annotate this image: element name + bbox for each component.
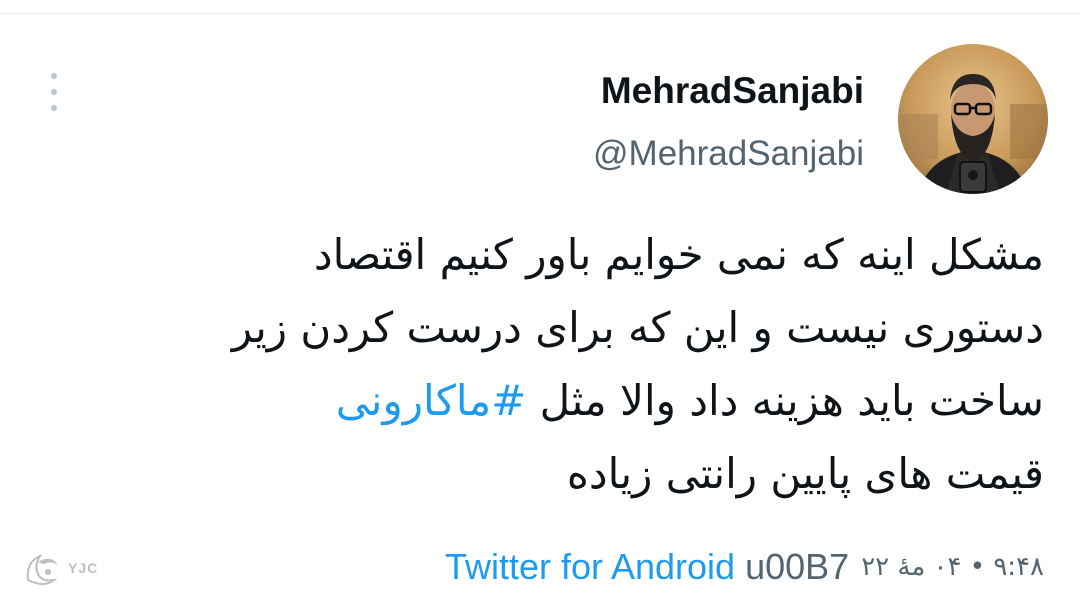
- more-dot: [51, 89, 57, 95]
- more-options-icon[interactable]: [40, 70, 68, 114]
- avatar-image: [898, 44, 1048, 194]
- tweet-meta-separator: u00B7: [745, 546, 850, 587]
- author-display-name[interactable]: MehradSanjabi: [601, 66, 864, 116]
- tweet-timestamp[interactable]: ۹:۴۸ • ۰۴ مهٔ ۲۲: [861, 552, 1044, 582]
- tweet-text-line: مشکل اینه که نمی خوایم باور کنیم اقتصاد: [313, 230, 1044, 279]
- top-divider: [0, 13, 1080, 14]
- tweet-text: مشکل اینه که نمی خوایم باور کنیم اقتصاد …: [59, 218, 1044, 510]
- author-avatar[interactable]: [898, 44, 1048, 194]
- author-handle[interactable]: @MehradSanjabi: [593, 130, 864, 178]
- tweet-text-line: ساخت باید هزینه داد والا مثل #ماکارونی: [59, 364, 1044, 437]
- hashtag-link[interactable]: #ماکارونی: [336, 376, 527, 425]
- watermark: YJC: [22, 548, 98, 588]
- tweet-meta: Twitter for Android u00B7 ۹:۴۸ • ۰۴ مهٔ …: [445, 542, 1044, 592]
- tweet-text-line: دستوری نیست و این که برای درست کردن زیر: [231, 303, 1044, 352]
- tweet-text-line: قیمت های پایین رانتی زیاده: [566, 449, 1044, 498]
- tweet-source-link[interactable]: Twitter for Android: [445, 546, 735, 588]
- tweet-text-segment: ساخت باید هزینه داد والا مثل: [539, 376, 1044, 425]
- watermark-logo-icon: [26, 553, 58, 585]
- watermark-text: YJC: [68, 560, 99, 576]
- more-dot: [51, 105, 57, 111]
- more-dot: [51, 73, 57, 79]
